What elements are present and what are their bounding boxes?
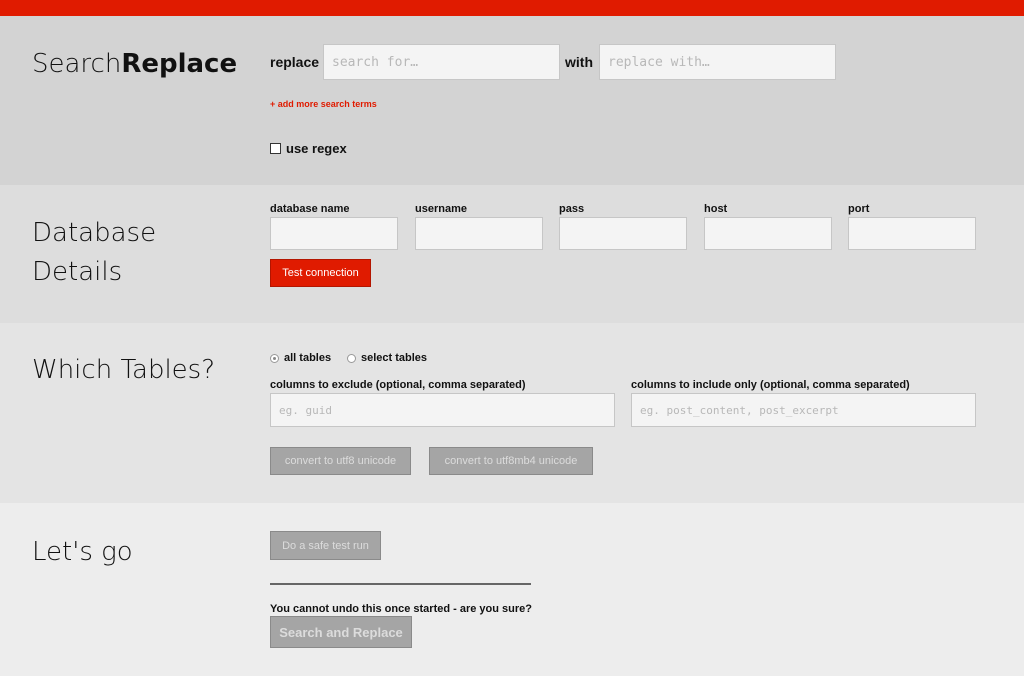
top-accent-bar xyxy=(0,0,1024,16)
db-host-label: host xyxy=(704,203,728,215)
db-port-input[interactable] xyxy=(848,217,976,250)
go-heading: Let's go xyxy=(32,537,133,567)
exclude-columns-input[interactable] xyxy=(270,393,615,427)
database-heading: Database Details xyxy=(32,214,156,292)
use-regex-label: use regex xyxy=(286,141,347,156)
app-title-plain: Search xyxy=(32,49,122,79)
replace-with-input[interactable] xyxy=(599,44,836,80)
exclude-columns-label: columns to exclude (optional, comma sepa… xyxy=(270,379,526,391)
test-connection-button[interactable]: Test connection xyxy=(270,259,371,287)
use-regex-checkbox[interactable] xyxy=(270,143,281,154)
tables-heading: Which Tables? xyxy=(32,355,216,385)
db-port-label: port xyxy=(848,203,870,215)
add-search-terms-link[interactable]: + add more search terms xyxy=(270,99,377,109)
database-details-section: Database Details database name username … xyxy=(0,185,1024,323)
which-tables-section: Which Tables? all tables select tables c… xyxy=(0,323,1024,503)
include-columns-label: columns to include only (optional, comma… xyxy=(631,379,910,391)
database-heading-line1: Database xyxy=(32,218,157,248)
database-heading-line2: Details xyxy=(32,257,123,287)
radio-all-tables-dot[interactable] xyxy=(270,353,279,363)
radio-all-tables[interactable]: all tables xyxy=(270,352,331,364)
db-name-label: database name xyxy=(270,203,350,215)
use-regex-option[interactable]: use regex xyxy=(270,141,347,156)
radio-select-tables[interactable]: select tables xyxy=(347,352,427,364)
radio-select-tables-dot[interactable] xyxy=(347,353,356,363)
with-label: with xyxy=(565,54,593,70)
db-host-input[interactable] xyxy=(704,217,832,250)
radio-all-tables-label: all tables xyxy=(284,352,332,364)
search-for-input[interactable] xyxy=(323,44,560,80)
search-replace-section: SearchReplace replace with + add more se… xyxy=(0,16,1024,185)
convert-utf8mb4-button[interactable]: convert to utf8mb4 unicode xyxy=(429,447,593,475)
include-columns-input[interactable] xyxy=(631,393,976,427)
db-pass-input[interactable] xyxy=(559,217,687,250)
convert-utf8-button[interactable]: convert to utf8 unicode xyxy=(270,447,411,475)
db-name-input[interactable] xyxy=(270,217,398,250)
app-title-bold: Replace xyxy=(121,49,238,79)
divider xyxy=(270,583,531,585)
undo-warning: You cannot undo this once started - are … xyxy=(270,603,532,615)
safe-test-run-button[interactable]: Do a safe test run xyxy=(270,531,381,560)
db-username-input[interactable] xyxy=(415,217,543,250)
app-title: SearchReplace xyxy=(32,45,237,84)
lets-go-section: Let's go Do a safe test run You cannot u… xyxy=(0,503,1024,676)
radio-select-tables-label: select tables xyxy=(361,352,428,364)
replace-label: replace xyxy=(270,54,320,70)
db-pass-label: pass xyxy=(559,203,585,215)
search-and-replace-button[interactable]: Search and Replace xyxy=(270,616,412,648)
db-username-label: username xyxy=(415,203,467,215)
